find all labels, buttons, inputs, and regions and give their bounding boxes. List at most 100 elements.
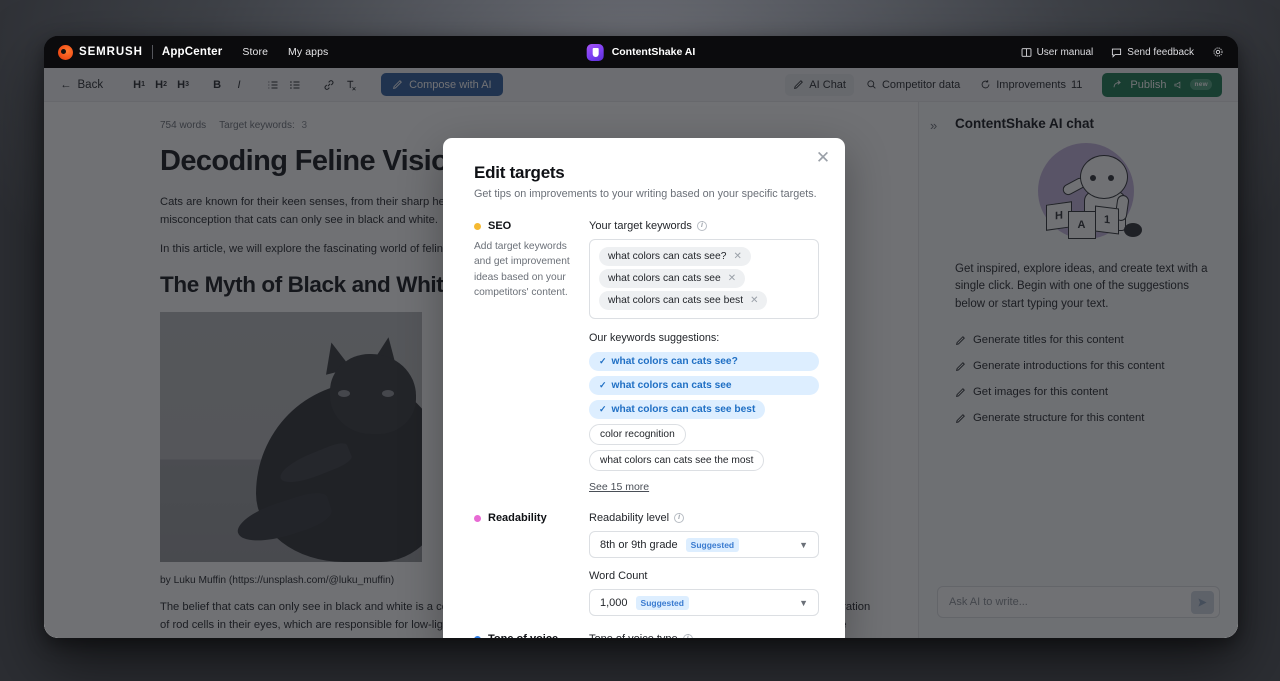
- keyword-chip[interactable]: what colors can cats see best ✕: [599, 291, 768, 310]
- publish-button[interactable]: Publish new: [1102, 72, 1222, 97]
- ordered-list-icon: [268, 81, 278, 88]
- user-manual-button[interactable]: User manual: [1021, 47, 1093, 58]
- pen-icon: [956, 387, 965, 397]
- see-more-link[interactable]: See 15 more: [589, 481, 649, 493]
- editor-toolbar: ← Back H1 H2 H3 B I Compose with AI AI C…: [44, 68, 1238, 102]
- semrush-logo[interactable]: SEMRUSH: [58, 44, 143, 60]
- info-icon[interactable]: i: [696, 221, 707, 231]
- circle-arrow-icon: [981, 80, 990, 89]
- robot-illustration: H A 1: [955, 137, 1216, 247]
- seo-status-dot: [474, 222, 481, 230]
- seo-section-title: SEO: [488, 220, 512, 232]
- keyword-chip-label: what colors can cats see?: [608, 251, 727, 262]
- close-icon[interactable]: ✕: [813, 147, 833, 167]
- info-icon[interactable]: i: [674, 513, 685, 523]
- current-app-name: ContentShake AI: [611, 46, 696, 58]
- app-body: ← Back H1 H2 H3 B I Compose with AI AI C…: [44, 68, 1238, 638]
- link-button[interactable]: [319, 75, 339, 95]
- heading-3-button[interactable]: H3: [173, 75, 193, 95]
- suggestion-chip-label: color recognition: [600, 429, 675, 440]
- clear-format-button[interactable]: [341, 75, 361, 95]
- pen-icon: [956, 335, 965, 345]
- word-count-select[interactable]: 1,000 Suggested ▼: [589, 589, 819, 616]
- block-letter: 1: [1094, 205, 1119, 235]
- target-keywords-input[interactable]: what colors can cats see? ✕ what colors …: [589, 239, 819, 319]
- tone-field-label: Tone of voice type i: [589, 633, 819, 638]
- check-icon: ✓: [599, 380, 607, 390]
- send-icon: [1198, 597, 1207, 607]
- semrush-flame-icon: [58, 44, 73, 60]
- keyword-suggestions-list: ✓ what colors can cats see? ✓ what color…: [589, 352, 819, 471]
- send-feedback-button[interactable]: Send feedback: [1111, 47, 1194, 58]
- app-header-actions: User manual Send feedback: [1021, 46, 1224, 58]
- tone-status-dot: [474, 635, 481, 638]
- gear-icon: [1213, 47, 1223, 57]
- remove-keyword-icon[interactable]: ✕: [733, 251, 741, 262]
- remove-keyword-icon[interactable]: ✕: [750, 295, 758, 306]
- heading-1-button[interactable]: H1: [129, 75, 149, 95]
- ordered-list-button[interactable]: [263, 75, 283, 95]
- brand-name: SEMRUSH: [79, 46, 143, 58]
- word-count-label-text: Word Count: [589, 570, 648, 582]
- suggestion-label: Generate titles for this content: [973, 334, 1124, 347]
- suggestion-chip[interactable]: color recognition: [589, 424, 686, 445]
- suggested-badge: Suggested: [635, 595, 689, 610]
- appcenter-label: AppCenter: [161, 46, 223, 58]
- seo-section-info: SEO Add target keywords and get improvem…: [474, 220, 589, 495]
- send-button[interactable]: [1191, 590, 1214, 614]
- suggestion-chip-selected[interactable]: ✓ what colors can cats see best: [589, 400, 766, 419]
- block-letter: A: [1067, 211, 1096, 239]
- bold-button[interactable]: B: [207, 75, 227, 95]
- publish-label: Publish: [1130, 78, 1167, 91]
- suggestion-chip-selected[interactable]: ✓ what colors can cats see: [589, 376, 819, 395]
- chat-suggestion-generate-introductions[interactable]: Generate introductions for this content: [955, 353, 1216, 379]
- keyword-chip[interactable]: what colors can cats see? ✕: [599, 247, 751, 266]
- readability-level-label-text: Readability level: [589, 512, 670, 524]
- settings-button[interactable]: [1212, 46, 1224, 58]
- toolbar-headings: H1 H2 H3 B I: [129, 75, 361, 95]
- improvements-tab[interactable]: Improvements 11: [972, 74, 1090, 96]
- suggestions-label: Our keywords suggestions:: [589, 332, 720, 344]
- heading-2-button[interactable]: H2: [151, 75, 171, 95]
- suggestion-chip[interactable]: what colors can cats see the most: [589, 450, 765, 471]
- chat-input[interactable]: [949, 596, 1191, 608]
- ai-chat-panel: » ContentShake AI chat H A 1 Get inspire…: [918, 102, 1238, 638]
- tone-section-info: Tone of voice: [474, 633, 589, 638]
- improvements-count: 11: [1070, 78, 1083, 91]
- pen-icon: [956, 361, 965, 371]
- nav-my-apps[interactable]: My apps: [288, 46, 328, 58]
- keyword-chip[interactable]: what colors can cats see ✕: [599, 269, 746, 288]
- readability-section-info: Readability: [474, 512, 589, 616]
- compose-with-ai-button[interactable]: Compose with AI: [381, 73, 503, 96]
- document-figure: by Luku Muffin (https://unsplash.com/@lu…: [160, 312, 422, 586]
- bulleted-list-button[interactable]: [285, 75, 305, 95]
- target-keywords-field-label: Your target keywords i: [589, 220, 819, 232]
- italic-button[interactable]: I: [229, 75, 249, 95]
- image-caption: by Luku Muffin (https://unsplash.com/@lu…: [160, 575, 395, 587]
- chevron-down-icon: ▼: [799, 597, 808, 608]
- suggestion-chip-selected[interactable]: ✓ what colors can cats see?: [589, 352, 819, 371]
- contentshake-app-icon: [586, 43, 604, 61]
- back-button[interactable]: ← Back: [60, 79, 103, 91]
- chat-suggestion-generate-titles[interactable]: Generate titles for this content: [955, 327, 1216, 353]
- remove-keyword-icon[interactable]: ✕: [728, 273, 736, 284]
- chat-suggestion-generate-structure[interactable]: Generate structure for this content: [955, 405, 1216, 431]
- ai-chat-tab[interactable]: AI Chat: [785, 73, 854, 96]
- arrow-left-icon: ←: [60, 78, 72, 91]
- chat-suggestion-get-images[interactable]: Get images for this content: [955, 379, 1216, 405]
- modal-subtitle: Get tips on improvements to your writing…: [474, 188, 817, 200]
- share-arrow-icon: [1113, 80, 1122, 88]
- collapse-panel-icon[interactable]: »: [930, 118, 937, 133]
- suggestion-label: Get images for this content: [973, 386, 1109, 399]
- readability-level-select[interactable]: 8th or 9th grade Suggested ▼: [589, 531, 819, 558]
- competitor-data-tab[interactable]: Competitor data: [858, 74, 968, 96]
- app-header-bar: SEMRUSH AppCenter Store My apps ContentS…: [44, 36, 1238, 68]
- suggestion-chip-label: what colors can cats see best: [611, 404, 756, 415]
- info-icon[interactable]: i: [682, 634, 693, 638]
- compose-label: Compose with AI: [409, 78, 492, 91]
- target-keywords-label: Target keywords:: [219, 120, 295, 131]
- nav-store[interactable]: Store: [242, 46, 268, 58]
- tone-of-voice-section: Tone of voice Tone of voice type i Neutr…: [474, 633, 819, 638]
- toolbar-right-actions: AI Chat Competitor data Improvements 11: [785, 72, 1222, 97]
- chat-input-row[interactable]: [937, 586, 1220, 618]
